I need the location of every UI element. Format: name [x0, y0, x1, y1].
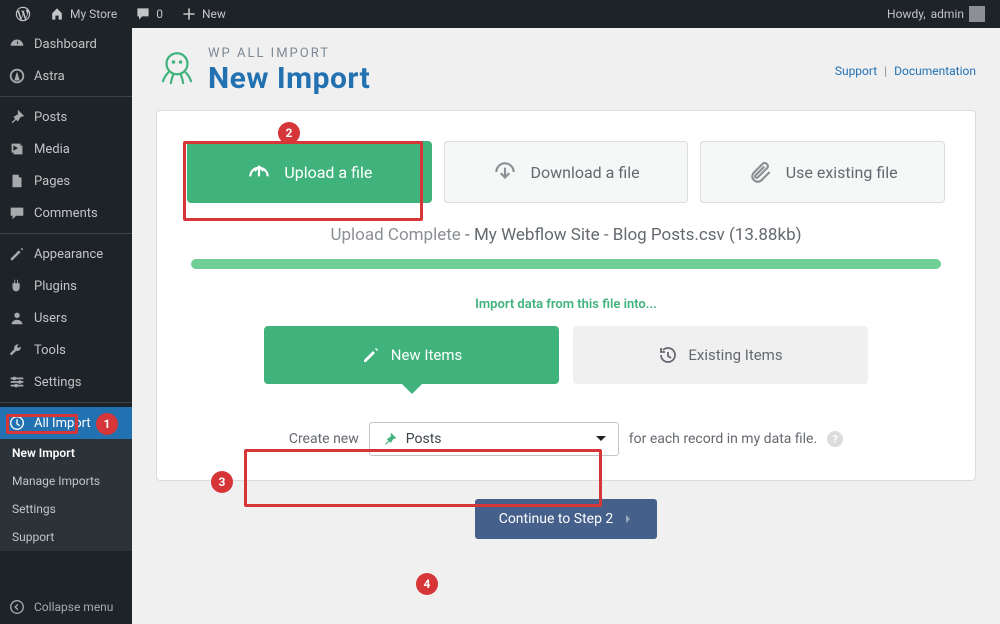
- source-tabs: Upload a file Download a file Use existi…: [187, 141, 945, 203]
- uploaded-filename: My Webflow Site - Blog Posts.csv: [474, 225, 725, 245]
- home-icon: [49, 6, 65, 22]
- adminbar-wp-logo[interactable]: [8, 6, 38, 22]
- brand-logo-icon: [156, 48, 198, 94]
- plus-icon: [181, 6, 197, 22]
- submenu-all-import: New Import Manage Imports Settings Suppo…: [0, 439, 132, 551]
- new-label: New: [202, 7, 226, 21]
- post-type-value: Posts: [406, 431, 442, 447]
- brand: WP ALL IMPORT New Import: [156, 46, 370, 96]
- post-type-dropdown[interactable]: Posts: [369, 422, 619, 456]
- attachment-icon: [748, 159, 774, 185]
- menu-tools[interactable]: Tools: [0, 334, 132, 366]
- header-links: Support | Documentation: [835, 64, 976, 78]
- menu-all-import[interactable]: All Import: [0, 407, 132, 439]
- tab-existing-items[interactable]: Existing Items: [573, 326, 868, 384]
- create-new-row: Create new Posts for each record in my d…: [187, 422, 945, 456]
- collapse-icon: [8, 598, 26, 616]
- tab-download-file[interactable]: Download a file: [444, 141, 689, 203]
- menu-media[interactable]: Media: [0, 133, 132, 165]
- howdy-prefix: Howdy,: [887, 7, 926, 21]
- adminbar-new[interactable]: New: [174, 6, 233, 22]
- page-title: New Import: [208, 61, 370, 96]
- comment-icon: [135, 6, 151, 22]
- main-content: WP ALL IMPORT New Import Support | Docum…: [132, 28, 1000, 624]
- howdy-user: admin: [931, 7, 964, 21]
- submenu-new-import[interactable]: New Import: [0, 439, 132, 467]
- menu-comments[interactable]: Comments: [0, 197, 132, 229]
- comments-icon: [8, 204, 26, 222]
- caret-down-icon: [596, 436, 606, 446]
- menu-plugins[interactable]: Plugins: [0, 270, 132, 302]
- documentation-link[interactable]: Documentation: [894, 64, 976, 78]
- submenu-settings[interactable]: Settings: [0, 495, 132, 523]
- create-suffix: for each record in my data file.: [629, 431, 817, 447]
- import-into-heading: Import data from this file into...: [187, 297, 945, 312]
- help-icon[interactable]: ?: [827, 431, 843, 447]
- history-icon: [658, 345, 678, 365]
- adminbar-site-name[interactable]: My Store: [42, 6, 124, 22]
- dashboard-icon: [8, 35, 26, 53]
- download-icon: [492, 159, 518, 185]
- pin-icon: [382, 431, 398, 447]
- uploaded-filesize: (13.88kb): [729, 225, 802, 245]
- menu-posts[interactable]: Posts: [0, 101, 132, 133]
- progress-bar: [191, 259, 941, 269]
- admin-bar: My Store 0 New Howdy, admin: [0, 0, 1000, 28]
- upload-status: Upload Complete - My Webflow Site - Blog…: [187, 225, 945, 245]
- menu-users[interactable]: Users: [0, 302, 132, 334]
- media-icon: [8, 140, 26, 158]
- create-prefix: Create new: [289, 431, 359, 447]
- tab-upload-file[interactable]: Upload a file: [187, 141, 432, 203]
- appearance-icon: [8, 245, 26, 263]
- menu-astra[interactable]: Astra: [0, 60, 132, 92]
- adminbar-comments[interactable]: 0: [128, 6, 170, 22]
- avatar: [969, 6, 985, 22]
- wordpress-icon: [15, 6, 31, 22]
- menu-appearance[interactable]: Appearance: [0, 238, 132, 270]
- pages-icon: [8, 172, 26, 190]
- continue-button[interactable]: Continue to Step 2: [475, 499, 658, 539]
- all-import-icon: [8, 414, 26, 432]
- brand-top-text: WP ALL IMPORT: [208, 46, 370, 61]
- comment-count: 0: [156, 7, 163, 21]
- tools-icon: [8, 341, 26, 359]
- import-card: Upload a file Download a file Use existi…: [156, 110, 976, 481]
- submenu-support[interactable]: Support: [0, 523, 132, 551]
- menu-pages[interactable]: Pages: [0, 165, 132, 197]
- users-icon: [8, 309, 26, 327]
- plugins-icon: [8, 277, 26, 295]
- admin-sidebar: Dashboard Astra Posts Media Pages Commen…: [0, 28, 132, 624]
- submenu-manage-imports[interactable]: Manage Imports: [0, 467, 132, 495]
- site-name-text: My Store: [70, 7, 117, 21]
- astra-icon: [8, 67, 26, 85]
- chevron-right-icon: [623, 514, 633, 524]
- settings-icon: [8, 373, 26, 391]
- tab-existing-file[interactable]: Use existing file: [700, 141, 945, 203]
- pencil-icon: [361, 345, 381, 365]
- menu-settings[interactable]: Settings: [0, 366, 132, 398]
- menu-dashboard[interactable]: Dashboard: [0, 28, 132, 60]
- support-link[interactable]: Support: [835, 64, 877, 78]
- collapse-menu[interactable]: Collapse menu: [0, 590, 132, 624]
- pin-icon: [8, 108, 26, 126]
- adminbar-account[interactable]: Howdy, admin: [880, 6, 992, 22]
- tab-new-items[interactable]: New Items: [264, 326, 559, 384]
- upload-icon: [246, 159, 272, 185]
